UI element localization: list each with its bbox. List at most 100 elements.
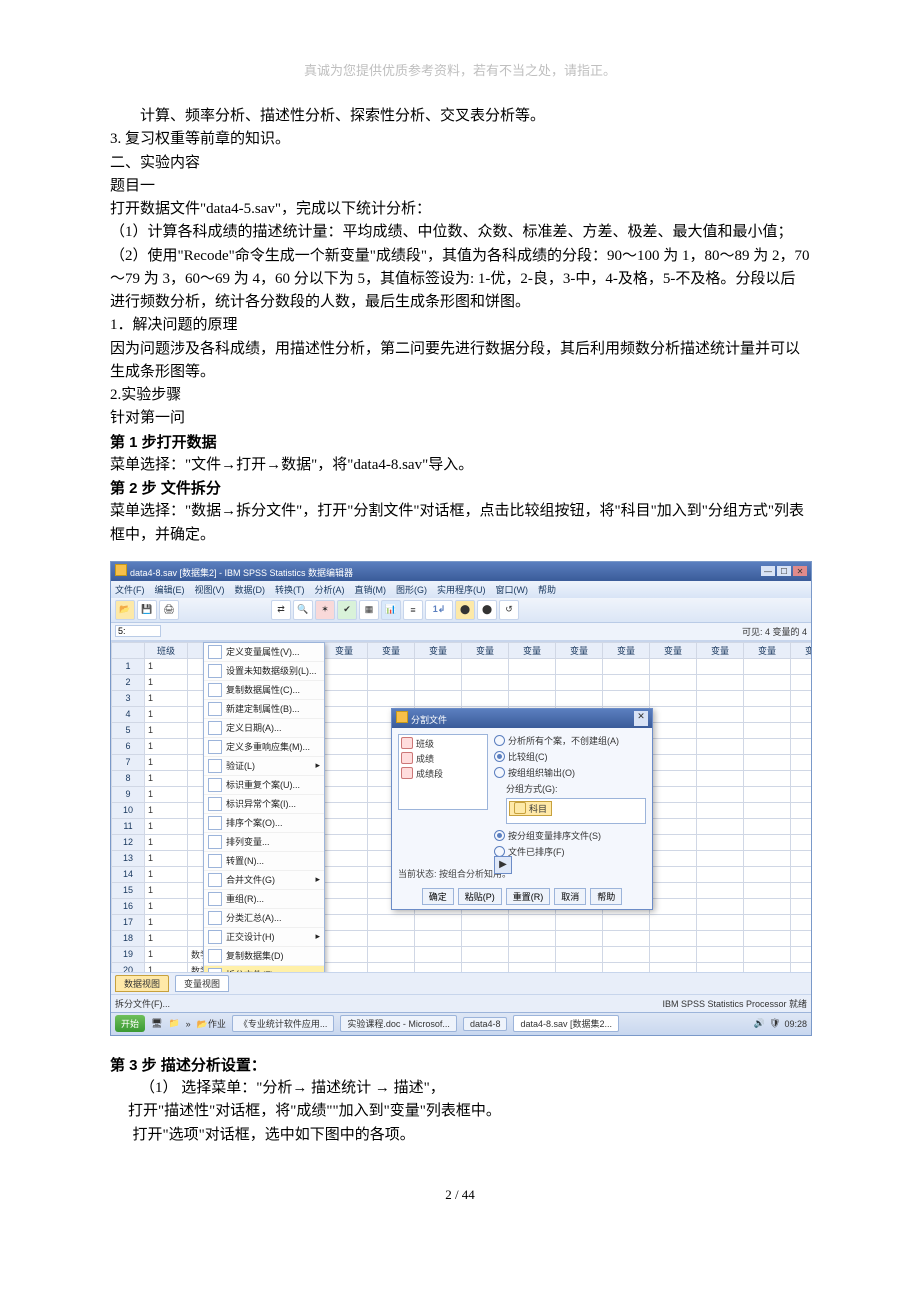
cell[interactable]: [791, 914, 812, 930]
cell[interactable]: [697, 850, 744, 866]
cell[interactable]: [462, 690, 509, 706]
cell[interactable]: [791, 786, 812, 802]
cell[interactable]: [462, 962, 509, 972]
cell[interactable]: [697, 754, 744, 770]
cell[interactable]: [697, 930, 744, 946]
cell[interactable]: [791, 946, 812, 962]
cell[interactable]: [744, 802, 791, 818]
tool-icon[interactable]: ⬤: [455, 600, 475, 620]
row-number[interactable]: 10: [112, 802, 145, 818]
cell[interactable]: 1: [145, 722, 188, 738]
cell[interactable]: [415, 962, 462, 972]
cell[interactable]: [791, 706, 812, 722]
cell[interactable]: [791, 690, 812, 706]
cell[interactable]: [650, 946, 697, 962]
cell[interactable]: 1: [145, 738, 188, 754]
row-number[interactable]: 15: [112, 882, 145, 898]
taskbar-folder[interactable]: 📂作业: [197, 1017, 226, 1030]
cell[interactable]: [321, 802, 368, 818]
quick-launch-icon[interactable]: 📁: [168, 1018, 179, 1029]
cell[interactable]: [744, 786, 791, 802]
cell[interactable]: [744, 962, 791, 972]
cell[interactable]: [321, 962, 368, 972]
cell[interactable]: [697, 674, 744, 690]
cell[interactable]: [650, 898, 697, 914]
column-header[interactable]: [112, 642, 145, 658]
menu-item[interactable]: 帮助: [538, 583, 556, 596]
tool-icon[interactable]: ≡: [403, 600, 423, 620]
cell[interactable]: [650, 882, 697, 898]
cell[interactable]: [791, 802, 812, 818]
column-header[interactable]: 变量: [744, 642, 791, 658]
find-icon[interactable]: 🔍: [293, 600, 313, 620]
cell[interactable]: [791, 866, 812, 882]
cell[interactable]: 1: [145, 962, 188, 972]
row-number[interactable]: 12: [112, 834, 145, 850]
cell[interactable]: 1: [145, 658, 188, 674]
row-number[interactable]: 18: [112, 930, 145, 946]
cell[interactable]: [697, 738, 744, 754]
cell[interactable]: [415, 674, 462, 690]
cell[interactable]: [321, 866, 368, 882]
cell[interactable]: [603, 962, 650, 972]
open-icon[interactable]: 📂: [115, 600, 135, 620]
cell[interactable]: [650, 850, 697, 866]
menu-item[interactable]: 复制数据属性(C)...: [204, 681, 324, 700]
cell[interactable]: [697, 882, 744, 898]
row-number[interactable]: 16: [112, 898, 145, 914]
cell[interactable]: [744, 882, 791, 898]
row-number[interactable]: 17: [112, 914, 145, 930]
cell[interactable]: [321, 818, 368, 834]
cell[interactable]: [321, 914, 368, 930]
row-number[interactable]: 5: [112, 722, 145, 738]
cell[interactable]: [744, 850, 791, 866]
cell[interactable]: 1: [145, 786, 188, 802]
cell[interactable]: [556, 946, 603, 962]
menu-item[interactable]: 定义日期(A)...: [204, 719, 324, 738]
cell[interactable]: [556, 690, 603, 706]
menu-item[interactable]: 复制数据集(D): [204, 947, 324, 966]
row-number[interactable]: 19: [112, 946, 145, 962]
menu-item[interactable]: 排列变量...: [204, 833, 324, 852]
cell[interactable]: [509, 674, 556, 690]
cell[interactable]: [744, 754, 791, 770]
cell[interactable]: [509, 914, 556, 930]
paste-button[interactable]: 粘贴(P): [458, 888, 502, 905]
cell[interactable]: [462, 946, 509, 962]
cell[interactable]: [321, 754, 368, 770]
tray-icon[interactable]: 🔊: [754, 1018, 765, 1029]
cell[interactable]: [509, 962, 556, 972]
cell[interactable]: [415, 690, 462, 706]
column-header[interactable]: 变量: [415, 642, 462, 658]
column-header[interactable]: 变量: [556, 642, 603, 658]
cell[interactable]: [603, 914, 650, 930]
ok-button[interactable]: 确定: [422, 888, 454, 905]
variable-list[interactable]: 班级 成绩 成绩段: [398, 734, 488, 810]
cell[interactable]: [368, 690, 415, 706]
cell[interactable]: [650, 930, 697, 946]
cell[interactable]: [697, 834, 744, 850]
menu-item[interactable]: 正交设计(H)▸: [204, 928, 324, 947]
menu-item[interactable]: 转换(T): [275, 583, 305, 596]
var-item[interactable]: 班级: [416, 737, 434, 750]
tool-icon[interactable]: ✶: [315, 600, 335, 620]
cell[interactable]: [321, 706, 368, 722]
cell[interactable]: [791, 818, 812, 834]
var-item[interactable]: 成绩段: [416, 767, 443, 780]
cell[interactable]: [744, 706, 791, 722]
cell[interactable]: [603, 658, 650, 674]
taskbar-item[interactable]: data4-8: [463, 1017, 508, 1031]
cell[interactable]: 1: [145, 802, 188, 818]
cell[interactable]: 1: [145, 834, 188, 850]
tool-icon[interactable]: 1↲: [425, 600, 453, 620]
minimize-button[interactable]: —: [761, 566, 775, 576]
cell[interactable]: [650, 658, 697, 674]
cell[interactable]: [650, 786, 697, 802]
cell[interactable]: [791, 834, 812, 850]
row-number[interactable]: 1: [112, 658, 145, 674]
cell[interactable]: [556, 962, 603, 972]
help-button[interactable]: 帮助: [590, 888, 622, 905]
column-header[interactable]: 变量: [650, 642, 697, 658]
menu-item[interactable]: 文件(F): [115, 583, 145, 596]
cell[interactable]: 1: [145, 706, 188, 722]
